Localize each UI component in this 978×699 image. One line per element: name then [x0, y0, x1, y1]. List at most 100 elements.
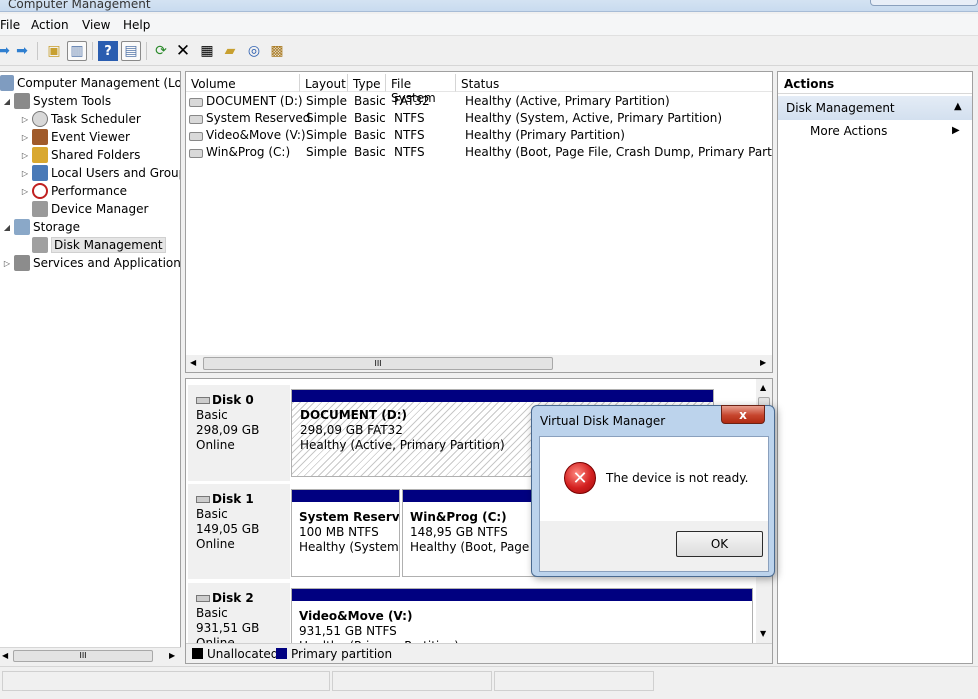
scroll-right-icon[interactable]: ▶	[169, 651, 175, 660]
menu-view[interactable]: View	[82, 18, 110, 32]
actions-section-disk-management[interactable]: Disk Management ▲	[778, 96, 972, 120]
menu-action[interactable]: Action	[31, 18, 69, 32]
tree-scroll-thumb[interactable]: III	[13, 650, 153, 662]
toolbar: ➡ ➡ ▣ ▥ ? ▤ ⟳ ✕ ▦ ▰ ◎ ▩	[0, 36, 978, 66]
cell-layout: Simple	[306, 128, 347, 142]
disk-0-info[interactable]: Disk 0 Basic 298,09 GB Online	[188, 385, 290, 481]
column-file-system[interactable]: File System	[386, 74, 456, 105]
cell-volume: System Reserved	[206, 111, 311, 125]
tree-item-shared-folders[interactable]: ▷ Shared Folders	[20, 146, 140, 164]
window-controls[interactable]	[870, 0, 978, 6]
up-folder-icon[interactable]: ▣	[44, 41, 64, 61]
status-bar	[0, 666, 978, 699]
tree-item-device-manager[interactable]: Device Manager	[30, 200, 148, 218]
computer-management-window: Computer Management File Action View Hel…	[0, 0, 978, 699]
tree-item-computer-management[interactable]: Computer Management (Local	[0, 74, 180, 92]
tree-horizontal-scrollbar[interactable]: ◀ III ▶	[0, 647, 181, 664]
column-volume[interactable]: Volume	[186, 74, 300, 92]
services-icon	[14, 255, 30, 271]
show-hide-tree-icon[interactable]: ▥	[67, 41, 87, 61]
expand-arrow-icon[interactable]: ▷	[20, 151, 30, 160]
users-icon	[32, 165, 48, 181]
refresh-icon[interactable]: ⟳	[151, 41, 171, 61]
menu-help[interactable]: Help	[123, 18, 150, 32]
scroll-up-icon[interactable]: ▲	[760, 383, 766, 392]
cell-type: Basic	[354, 94, 386, 108]
event-viewer-icon	[32, 129, 48, 145]
computer-icon	[0, 75, 14, 91]
disk-2-type: Basic	[196, 606, 228, 620]
disk-icon	[196, 595, 210, 602]
legend-swatch-primary	[276, 648, 287, 659]
properties-icon[interactable]: ▦	[197, 41, 217, 61]
help-icon[interactable]: ?	[98, 41, 118, 61]
cell-fs: NTFS	[394, 128, 425, 142]
column-type[interactable]: Type	[348, 74, 386, 92]
forward-arrow-icon[interactable]: ➡	[12, 41, 32, 61]
search-icon[interactable]: ◎	[244, 41, 264, 61]
cell-fs: NTFS	[394, 111, 425, 125]
scroll-down-icon[interactable]: ▼	[760, 629, 766, 638]
partition-system-reserved[interactable]: System Reserved 100 MB NTFS Healthy (Sys…	[291, 489, 400, 577]
show-hide-action-pane-icon[interactable]: ▤	[121, 41, 141, 61]
expand-arrow-icon[interactable]: ▷	[2, 259, 12, 268]
toolbar-separator	[37, 42, 38, 60]
performance-icon	[32, 183, 48, 199]
legend-primary: Primary partition	[276, 647, 392, 661]
more-actions-item[interactable]: More Actions ▶	[810, 124, 960, 142]
disk-1-info[interactable]: Disk 1 Basic 149,05 GB Online	[188, 484, 290, 579]
primary-partition-bar	[292, 490, 399, 502]
ok-button[interactable]: OK	[676, 531, 763, 557]
scroll-left-icon[interactable]: ◀	[2, 651, 8, 660]
primary-partition-bar	[292, 390, 713, 402]
legend-swatch-unallocated	[192, 648, 203, 659]
volume-scroll-thumb[interactable]: III	[203, 357, 553, 370]
tree-item-task-scheduler[interactable]: ▷ Task Scheduler	[20, 110, 141, 128]
error-dialog: Virtual Disk Manager x ✕ The device is n…	[531, 405, 775, 577]
volume-list-horizontal-scrollbar[interactable]: ◀ III ▶	[186, 355, 772, 372]
delete-icon[interactable]: ✕	[173, 41, 193, 61]
expand-arrow-icon[interactable]: ▷	[20, 133, 30, 142]
tree-item-disk-management[interactable]: Disk Management	[30, 236, 166, 254]
cell-fs: FAT32	[394, 94, 430, 108]
tree-item-storage[interactable]: ◢ Storage	[2, 218, 80, 236]
disk-2-info[interactable]: Disk 2 Basic 931,51 GB Online	[188, 583, 290, 650]
expand-arrow-icon[interactable]: ▷	[20, 169, 30, 178]
disk-legend: Unallocated Primary partition	[186, 643, 772, 663]
tree-item-services[interactable]: ▷ Services and Applications	[2, 254, 180, 272]
shared-folder-icon	[32, 147, 48, 163]
cell-volume: Video&Move (V:)	[206, 128, 306, 142]
dialog-message: The device is not ready.	[606, 471, 749, 485]
collapse-arrow-icon[interactable]: ◢	[2, 223, 12, 232]
column-layout[interactable]: Layout	[300, 74, 348, 92]
scroll-right-icon[interactable]: ▶	[760, 358, 766, 367]
volume-list: Volume Layout Type File System Status DO…	[185, 71, 773, 373]
menu-file[interactable]: File	[0, 18, 20, 32]
drive-icon	[189, 115, 203, 124]
tree-item-system-tools[interactable]: ◢ System Tools	[2, 92, 111, 110]
tools-icon	[14, 93, 30, 109]
dialog-close-button[interactable]: x	[721, 405, 765, 424]
expand-arrow-icon[interactable]: ▷	[20, 187, 30, 196]
expand-arrow-icon[interactable]: ▷	[20, 115, 30, 124]
tree-item-performance[interactable]: ▷ Performance	[20, 182, 127, 200]
cell-layout: Simple	[306, 145, 347, 159]
cell-status: Healthy (Active, Primary Partition)	[465, 94, 670, 108]
tree-item-event-viewer[interactable]: ▷ Event Viewer	[20, 128, 130, 146]
toolbar-separator	[92, 42, 93, 60]
partition-video-move-v[interactable]: Video&Move (V:) 931,51 GB NTFS Healthy (…	[291, 588, 753, 648]
disk-0-name: Disk 0	[196, 393, 290, 408]
cell-volume: Win&Prog (C:)	[206, 145, 291, 159]
disk-1-type: Basic	[196, 507, 228, 521]
disk-1-size: 149,05 GB	[196, 522, 260, 536]
tree-item-local-users[interactable]: ▷ Local Users and Groups	[20, 164, 180, 182]
clock-icon	[32, 111, 48, 127]
collapse-up-icon[interactable]: ▲	[954, 101, 962, 112]
status-cell	[332, 671, 492, 691]
settings-icon[interactable]: ▩	[267, 41, 287, 61]
column-status[interactable]: Status	[456, 74, 772, 92]
disk-icon	[196, 496, 210, 503]
collapse-arrow-icon[interactable]: ◢	[2, 97, 12, 106]
scroll-left-icon[interactable]: ◀	[190, 358, 196, 367]
open-folder-icon[interactable]: ▰	[220, 41, 240, 61]
